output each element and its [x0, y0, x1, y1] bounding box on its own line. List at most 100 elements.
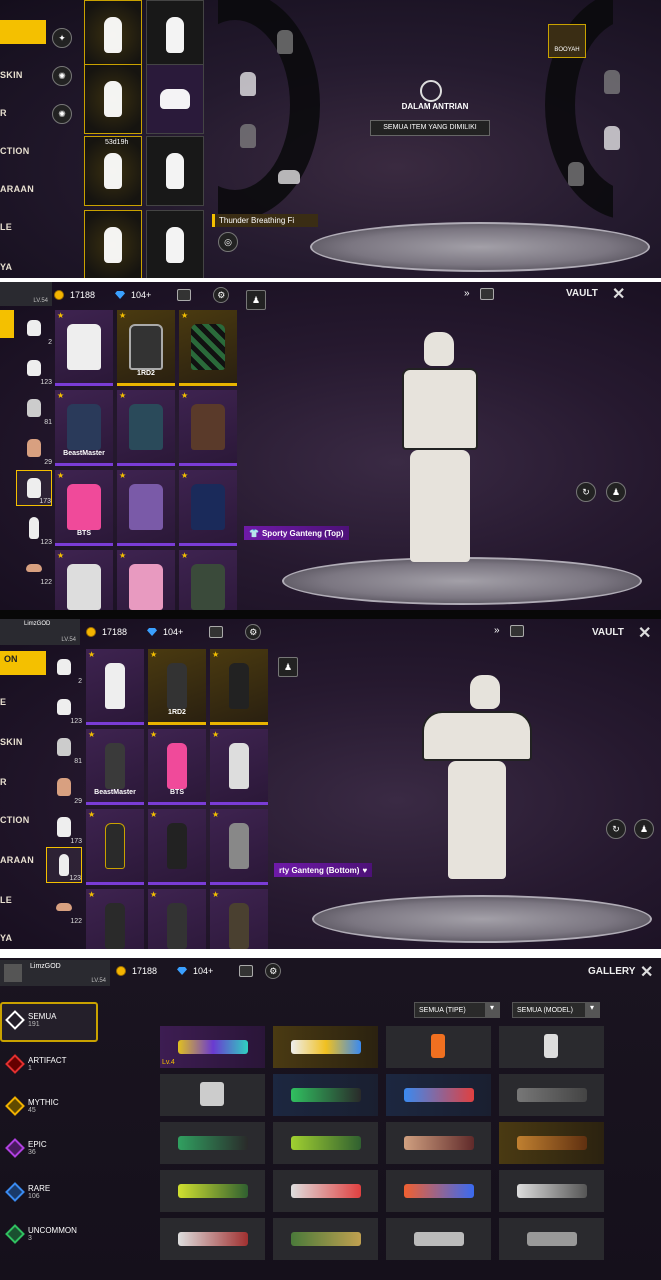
- item-tile[interactable]: ★: [86, 649, 144, 725]
- card-icon[interactable]: [209, 626, 224, 638]
- item-tile[interactable]: ★: [86, 889, 144, 949]
- weapon-tile[interactable]: [273, 1074, 378, 1116]
- item-tile[interactable]: ★: [179, 310, 237, 386]
- settings-icon[interactable]: ⚙: [213, 287, 230, 303]
- preview-toggle-icon[interactable]: ♟: [246, 290, 266, 310]
- category-hair[interactable]: 29: [46, 769, 82, 805]
- nav-item[interactable]: R: [0, 108, 7, 118]
- item-tile[interactable]: ★ BTS: [148, 729, 206, 805]
- nav-item[interactable]: R: [0, 777, 7, 787]
- item-tile[interactable]: ★: [210, 649, 268, 725]
- weapon-tile[interactable]: [273, 1218, 378, 1260]
- emote-tile[interactable]: [146, 0, 204, 70]
- emote-tile[interactable]: [146, 136, 204, 206]
- item-tile[interactable]: ★ BeastMaster: [55, 390, 113, 466]
- settings-icon[interactable]: ⚙: [265, 963, 282, 979]
- nav-item[interactable]: YA: [0, 262, 12, 272]
- weapon-tile[interactable]: [386, 1122, 491, 1164]
- rotate-icon[interactable]: ↻: [576, 482, 596, 502]
- item-tile[interactable]: ★: [55, 310, 113, 386]
- weapon-tile[interactable]: [499, 1170, 604, 1212]
- item-tile[interactable]: ★: [179, 550, 237, 610]
- emote-category-icon[interactable]: ✺: [52, 104, 72, 124]
- category-head[interactable]: 2: [16, 310, 52, 346]
- category-shoes[interactable]: 122: [16, 550, 52, 586]
- weapon-tile[interactable]: [386, 1074, 491, 1116]
- nav-selected[interactable]: [0, 310, 14, 338]
- preview-toggle-icon[interactable]: ♟: [278, 657, 298, 677]
- wheel-slot[interactable]: [240, 72, 256, 96]
- emote-tile[interactable]: [84, 0, 142, 70]
- nav-item[interactable]: LE: [0, 222, 12, 232]
- weapon-tile[interactable]: [499, 1026, 604, 1068]
- weapon-tile[interactable]: [160, 1218, 265, 1260]
- close-icon[interactable]: ✕: [640, 962, 653, 982]
- forward-icon[interactable]: »: [494, 625, 500, 636]
- wheel-slot[interactable]: [568, 162, 584, 186]
- emote-tile[interactable]: [146, 210, 204, 278]
- item-tile[interactable]: ★: [179, 470, 237, 546]
- card-icon[interactable]: [177, 289, 192, 301]
- wheel-slot[interactable]: [240, 124, 256, 148]
- gift-icon[interactable]: [510, 625, 524, 637]
- item-tile[interactable]: ★ BeastMaster: [86, 729, 144, 805]
- weapon-tile[interactable]: [499, 1074, 604, 1116]
- close-icon[interactable]: ✕: [612, 284, 625, 304]
- pose-icon[interactable]: ♟: [606, 482, 626, 502]
- emote-tile[interactable]: [146, 64, 204, 134]
- item-tile[interactable]: ★ 1RD2: [117, 310, 175, 386]
- category-face[interactable]: 81: [16, 390, 52, 426]
- gift-icon[interactable]: [480, 288, 494, 300]
- weapon-tile[interactable]: [386, 1170, 491, 1212]
- weapon-tile[interactable]: Lv.4: [160, 1026, 265, 1068]
- emote-category-icon[interactable]: ✦: [52, 28, 72, 48]
- item-tile[interactable]: ★: [148, 889, 206, 949]
- weapon-tile[interactable]: [273, 1026, 378, 1068]
- pose-icon[interactable]: ♟: [634, 819, 654, 839]
- rarity-filter-rare[interactable]: RARE 106: [5, 1182, 50, 1202]
- emote-tile[interactable]: [84, 210, 142, 278]
- nav-selected[interactable]: ON: [0, 651, 46, 675]
- category-hair[interactable]: 29: [16, 430, 52, 466]
- nav-item[interactable]: SKIN: [0, 70, 23, 80]
- item-tile[interactable]: ★ 1RD2: [148, 649, 206, 725]
- nav-item[interactable]: SKIN: [0, 737, 23, 747]
- forward-icon[interactable]: »: [464, 288, 470, 299]
- weapon-tile[interactable]: [160, 1074, 265, 1116]
- nav-selected[interactable]: [0, 20, 46, 44]
- rotate-icon[interactable]: ↻: [606, 819, 626, 839]
- weapon-tile[interactable]: [160, 1122, 265, 1164]
- weapon-tile[interactable]: [386, 1026, 491, 1068]
- item-tile[interactable]: ★: [117, 550, 175, 610]
- wheel-slot-selected[interactable]: [278, 170, 300, 184]
- item-tile[interactable]: ★: [55, 550, 113, 610]
- nav-item[interactable]: ARAAN: [0, 855, 34, 865]
- emote-action-icon[interactable]: ◎: [218, 232, 238, 252]
- weapon-tile[interactable]: [160, 1170, 265, 1212]
- item-tile[interactable]: ★ BTS: [55, 470, 113, 546]
- item-tile[interactable]: ★: [86, 809, 144, 885]
- category-top[interactable]: 173: [46, 809, 82, 845]
- item-tile[interactable]: ★: [117, 390, 175, 466]
- owned-items-button[interactable]: SEMUA ITEM YANG DIMILIKI: [370, 120, 490, 136]
- nav-item[interactable]: CTION: [0, 815, 30, 825]
- category-bottom[interactable]: 123: [46, 847, 82, 883]
- category-top[interactable]: 173: [16, 470, 52, 506]
- category-bottom[interactable]: 123: [16, 510, 52, 546]
- emote-tile[interactable]: [84, 64, 142, 134]
- wheel-slot[interactable]: [604, 126, 620, 150]
- weapon-tile[interactable]: [499, 1122, 604, 1164]
- item-tile[interactable]: ★: [210, 809, 268, 885]
- close-icon[interactable]: ✕: [638, 623, 651, 643]
- nav-item[interactable]: YA: [0, 933, 12, 943]
- emote-tile[interactable]: 53d19h: [84, 136, 142, 206]
- emote-category-icon[interactable]: ✺: [52, 66, 72, 86]
- nav-item[interactable]: LE: [0, 895, 12, 905]
- category-shoes[interactable]: 122: [46, 889, 82, 925]
- filter-type-dropdown[interactable]: SEMUA (TIPE) ▾: [414, 1002, 500, 1018]
- item-tile[interactable]: ★: [210, 889, 268, 949]
- weapon-tile[interactable]: [273, 1170, 378, 1212]
- item-tile[interactable]: ★: [179, 390, 237, 466]
- nav-item[interactable]: ARAAN: [0, 184, 34, 194]
- rarity-filter-artifact[interactable]: ARTIFACT 1: [5, 1054, 67, 1074]
